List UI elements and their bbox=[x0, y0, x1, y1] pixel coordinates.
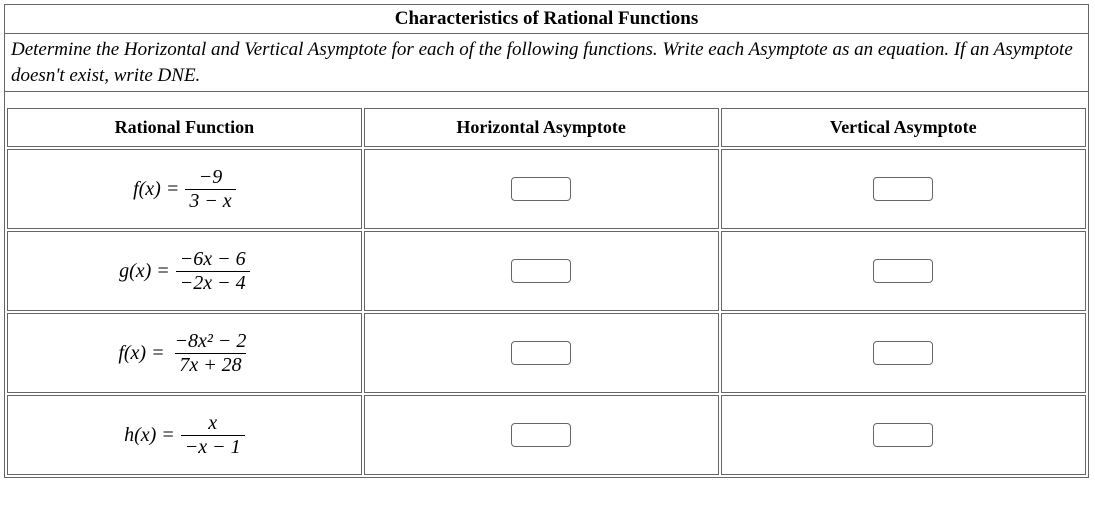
numerator: −8x² − 2 bbox=[171, 331, 251, 353]
ha-cell bbox=[364, 395, 719, 475]
ha-cell bbox=[364, 149, 719, 229]
va-input[interactable] bbox=[873, 341, 933, 365]
instructions-text-post: . bbox=[196, 65, 201, 86]
function-lhs: g(x) = bbox=[119, 260, 170, 283]
function-lhs: f(x) = bbox=[133, 178, 179, 201]
denominator: −2x − 4 bbox=[176, 271, 250, 294]
ha-input[interactable] bbox=[511, 259, 571, 283]
denominator: −x − 1 bbox=[181, 435, 245, 458]
denominator: 3 − x bbox=[185, 189, 235, 212]
ha-input[interactable] bbox=[511, 423, 571, 447]
table-row: f(x) = −9 3 − x bbox=[7, 149, 1086, 229]
function-lhs: h(x) = bbox=[124, 424, 175, 447]
header-horizontal-asymptote: Horizontal Asymptote bbox=[364, 108, 719, 147]
va-input[interactable] bbox=[873, 423, 933, 447]
va-input[interactable] bbox=[873, 259, 933, 283]
worksheet-title: Characteristics of Rational Functions bbox=[5, 5, 1089, 34]
numerator: x bbox=[204, 413, 221, 435]
fraction: x −x − 1 bbox=[181, 413, 245, 458]
function-cell: f(x) = −8x² − 2 7x + 28 bbox=[7, 313, 362, 393]
table-row: g(x) = −6x − 6 −2x − 4 bbox=[7, 231, 1086, 311]
function-cell: f(x) = −9 3 − x bbox=[7, 149, 362, 229]
function-lhs: f(x) = bbox=[118, 342, 164, 365]
numerator: −6x − 6 bbox=[176, 249, 250, 271]
table-row: h(x) = x −x − 1 bbox=[7, 395, 1086, 475]
va-cell bbox=[721, 313, 1087, 393]
fraction: −6x − 6 −2x − 4 bbox=[176, 249, 250, 294]
header-rational-function: Rational Function bbox=[7, 108, 362, 147]
worksheet-instructions: Determine the Horizontal and Vertical As… bbox=[5, 34, 1089, 92]
spacer bbox=[5, 92, 1089, 107]
va-input[interactable] bbox=[873, 177, 933, 201]
function-cell: h(x) = x −x − 1 bbox=[7, 395, 362, 475]
fraction: −8x² − 2 7x + 28 bbox=[171, 331, 251, 376]
ha-cell bbox=[364, 231, 719, 311]
ha-input[interactable] bbox=[511, 177, 571, 201]
ha-cell bbox=[364, 313, 719, 393]
denominator: 7x + 28 bbox=[175, 353, 245, 376]
numerator: −9 bbox=[195, 167, 227, 189]
va-cell bbox=[721, 395, 1087, 475]
function-cell: g(x) = −6x − 6 −2x − 4 bbox=[7, 231, 362, 311]
worksheet-outer-table: Characteristics of Rational Functions De… bbox=[4, 4, 1089, 478]
ha-input[interactable] bbox=[511, 341, 571, 365]
table-row: f(x) = −8x² − 2 7x + 28 bbox=[7, 313, 1086, 393]
asymptote-table: Rational Function Horizontal Asymptote V… bbox=[5, 106, 1088, 477]
header-vertical-asymptote: Vertical Asymptote bbox=[721, 108, 1087, 147]
instructions-dne: DNE bbox=[158, 65, 196, 86]
fraction: −9 3 − x bbox=[185, 167, 235, 212]
va-cell bbox=[721, 149, 1087, 229]
va-cell bbox=[721, 231, 1087, 311]
